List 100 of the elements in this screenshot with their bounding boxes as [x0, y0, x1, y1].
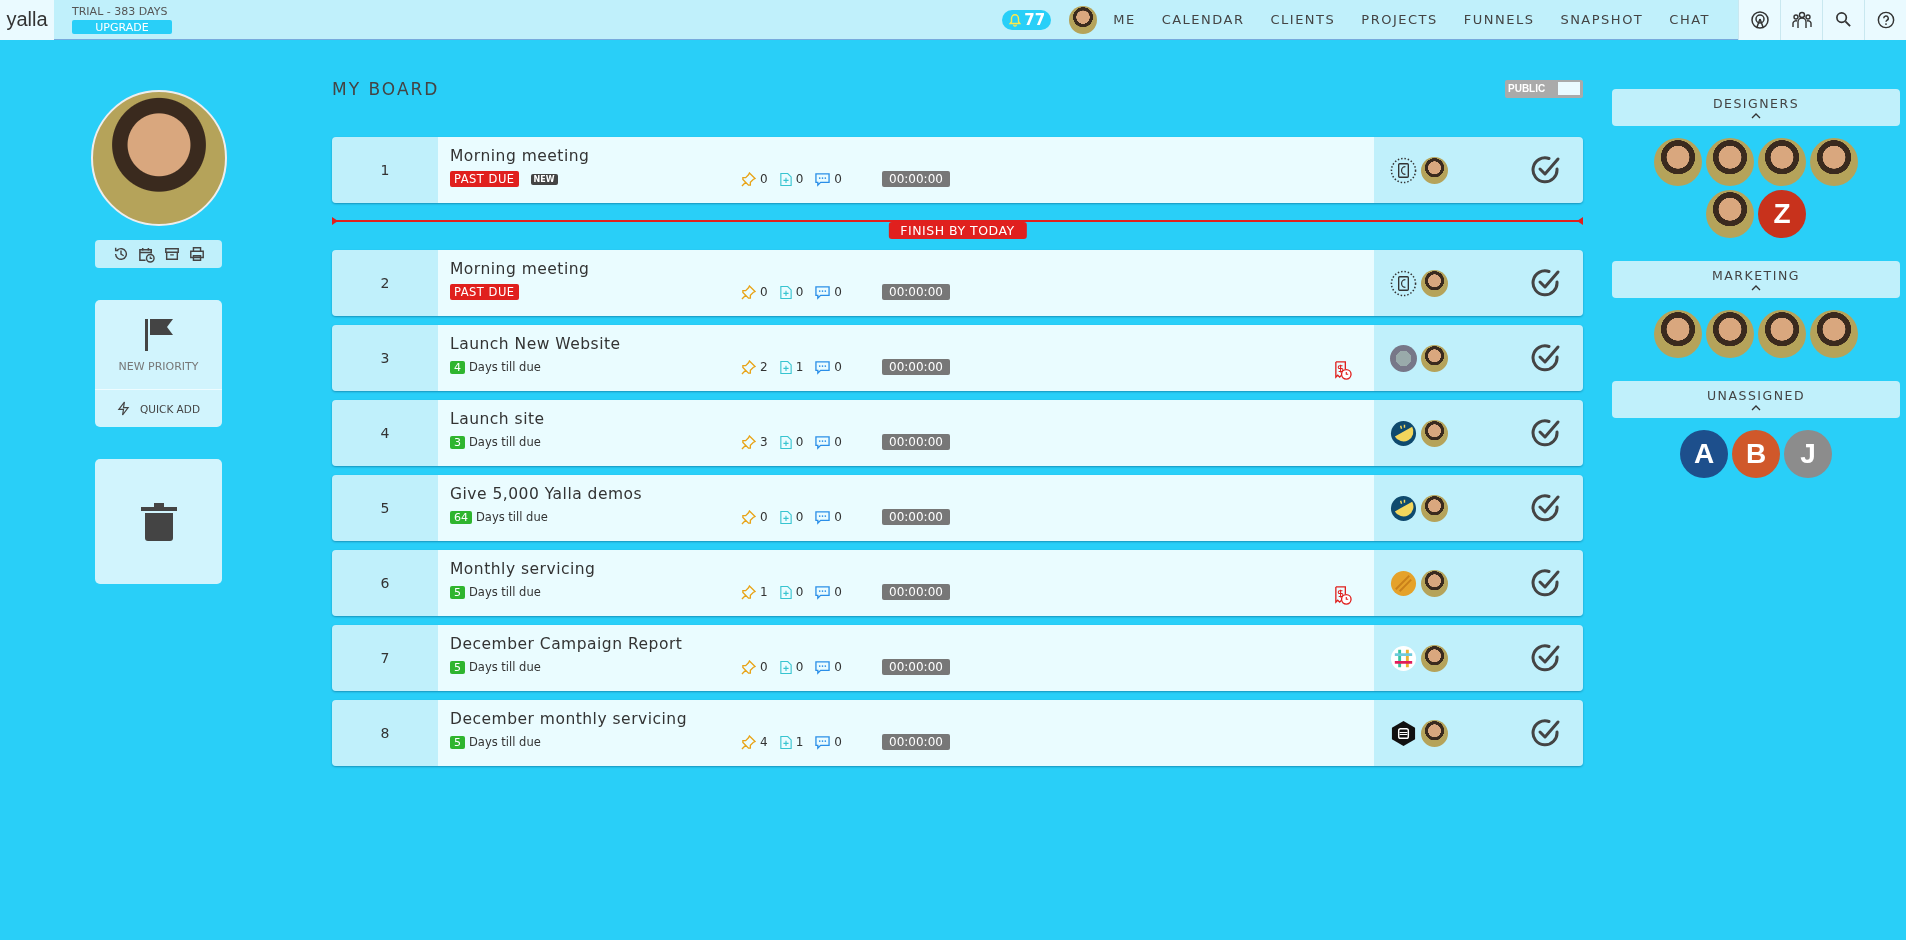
new-priority-button[interactable]: NEW PRIORITY [118, 360, 199, 373]
member-avatar[interactable] [1758, 138, 1806, 186]
complete-check-icon[interactable] [1531, 718, 1561, 748]
pin-icon [741, 734, 756, 750]
task-title[interactable]: Launch site [450, 410, 1362, 428]
task-title[interactable]: December monthly servicing [450, 710, 1362, 728]
timer[interactable]: 00:00:00 [882, 171, 950, 187]
assignee-avatar[interactable] [1421, 569, 1448, 597]
task-title[interactable]: Launch New Website [450, 335, 1362, 353]
quick-add-button[interactable]: QUICK ADD [140, 402, 200, 415]
task-title[interactable]: Give 5,000 Yalla demos [450, 485, 1362, 503]
days-count-badge: 64 [450, 510, 472, 524]
member-avatar[interactable] [1654, 138, 1702, 186]
task-card[interactable]: Morning meeting PAST DUE NEW 0 0 0 00:00:00 [438, 137, 1374, 203]
print-icon[interactable] [188, 246, 205, 262]
member-avatar[interactable] [1706, 138, 1754, 186]
member-avatar[interactable] [1706, 310, 1754, 358]
timer[interactable]: 00:00:00 [882, 734, 950, 750]
comment-icon [815, 359, 831, 375]
task-card[interactable]: December monthly servicing 5 Days till due 4 1 0 00:00:00 [438, 700, 1374, 766]
timer[interactable]: 00:00:00 [882, 434, 950, 450]
due-text: Days till due [476, 510, 548, 524]
assignee-avatar[interactable] [1421, 494, 1448, 522]
complete-check-icon[interactable] [1531, 418, 1561, 448]
nav-link[interactable]: CALENDAR [1161, 12, 1245, 27]
task-number: 6 [332, 550, 438, 616]
timer[interactable]: 00:00:00 [882, 659, 950, 675]
file-count: 0 [795, 435, 804, 449]
file-count: 1 [795, 735, 804, 749]
task-title[interactable]: December Campaign Report [450, 635, 1362, 653]
assignee-avatar[interactable] [1421, 344, 1448, 372]
complete-check-icon[interactable] [1531, 493, 1561, 523]
assignee-avatar[interactable] [1421, 269, 1448, 297]
comment-count: 0 [834, 510, 842, 524]
member-avatar[interactable] [1758, 310, 1806, 358]
complete-check-icon[interactable] [1531, 155, 1561, 185]
comment-icon [815, 734, 831, 750]
complete-check-icon[interactable] [1531, 268, 1561, 298]
calendar-clock-icon[interactable] [137, 245, 155, 263]
nav-link[interactable]: CHAT [1669, 12, 1710, 27]
pin-count: 0 [760, 660, 768, 674]
pin-count: 0 [760, 172, 768, 186]
task-card[interactable]: Monthly servicing 5 Days till due 1 0 0 00:00:00 [438, 550, 1374, 616]
comment-icon [815, 434, 831, 450]
group-header[interactable]: MARKETING [1612, 261, 1900, 298]
timer[interactable]: 00:00:00 [882, 359, 950, 375]
file-plus-icon [779, 659, 792, 675]
comment-icon [815, 171, 831, 187]
history-icon[interactable] [112, 246, 129, 262]
pin-count: 0 [760, 510, 768, 524]
task-number: 7 [332, 625, 438, 691]
task-title[interactable]: Monthly servicing [450, 560, 1362, 578]
trash-drop-zone[interactable] [95, 459, 222, 584]
timer[interactable]: 00:00:00 [882, 284, 950, 300]
striped-logo-icon [1390, 569, 1417, 597]
nav-link[interactable]: FUNNELS [1463, 12, 1535, 27]
nav-link[interactable]: SNAPSHOT [1560, 12, 1644, 27]
complete-check-icon[interactable] [1531, 343, 1561, 373]
member-avatar[interactable] [1810, 310, 1858, 358]
group-header[interactable]: UNASSIGNED [1612, 381, 1900, 418]
archive-icon[interactable] [163, 246, 180, 262]
complete-check-icon[interactable] [1531, 568, 1561, 598]
nav-link[interactable]: CLIENTS [1270, 12, 1336, 27]
comment-count: 0 [834, 735, 842, 749]
complete-check-icon[interactable] [1531, 643, 1561, 673]
task-card[interactable]: Launch site 3 Days till due 3 0 0 00:00:00 [438, 400, 1374, 466]
comment-icon [815, 509, 831, 525]
member-avatar[interactable]: B [1732, 430, 1780, 478]
lemon-logo-icon [1390, 419, 1417, 447]
task-number: 4 [332, 400, 438, 466]
assignee-avatar[interactable] [1421, 644, 1448, 672]
notebook-icon [1390, 269, 1417, 297]
user-avatar[interactable] [1069, 5, 1098, 34]
file-plus-icon [779, 359, 792, 375]
member-avatar[interactable] [1706, 190, 1754, 238]
nav-link[interactable]: ME [1113, 12, 1136, 27]
timer[interactable]: 00:00:00 [882, 509, 950, 525]
member-avatar[interactable]: Z [1758, 190, 1806, 238]
task-card[interactable]: Morning meeting PAST DUE 0 0 0 00:00:00 [438, 250, 1374, 316]
task-card[interactable]: Launch New Website 4 Days till due 2 1 0 00:00:00 [438, 325, 1374, 391]
member-avatar[interactable] [1654, 310, 1702, 358]
trial-status: TRIAL - 383 DAYS [72, 5, 169, 18]
lightning-icon [117, 401, 130, 416]
assignee-avatar[interactable] [1421, 419, 1448, 447]
assignee-avatar[interactable] [1421, 719, 1448, 747]
task-title[interactable]: Morning meeting [450, 147, 1362, 165]
task-title[interactable]: Morning meeting [450, 260, 1362, 278]
pin-icon [741, 659, 756, 675]
assignee-avatar[interactable] [1421, 156, 1448, 184]
member-avatar[interactable] [1810, 138, 1858, 186]
timer[interactable]: 00:00:00 [882, 584, 950, 600]
file-count: 0 [795, 172, 804, 186]
group-header[interactable]: DESIGNERS [1612, 89, 1900, 126]
task-card[interactable]: December Campaign Report 5 Days till due 0 0 0 00:00:00 [438, 625, 1374, 691]
pin-count: 4 [760, 735, 768, 749]
task-card[interactable]: Give 5,000 Yalla demos 64 Days till due 0 0 0 00:00:00 [438, 475, 1374, 541]
nav-link[interactable]: PROJECTS [1361, 12, 1438, 27]
pin-icon [741, 509, 756, 525]
task-number: 3 [332, 325, 438, 391]
member-avatar[interactable]: A [1680, 430, 1728, 478]
